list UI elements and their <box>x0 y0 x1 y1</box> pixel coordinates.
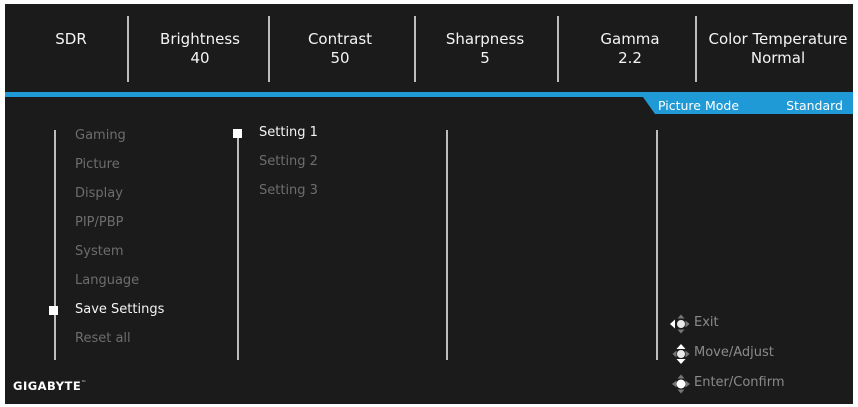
status-bar: SDR Brightness 40 Contrast 50 Sharpness … <box>5 4 853 92</box>
status-value: 40 <box>190 49 210 67</box>
picture-mode-label: Picture Mode <box>658 98 740 113</box>
menu-item-display[interactable]: Display <box>75 186 123 202</box>
status-contrast: Contrast 50 <box>285 30 395 80</box>
status-brightness: Brightness 40 <box>145 30 255 80</box>
joystick-left-icon <box>670 314 690 334</box>
column-divider <box>656 130 658 360</box>
status-value: Normal <box>750 49 806 67</box>
status-divider <box>414 16 416 82</box>
status-sdr: SDR <box>43 30 99 80</box>
hint-text: Move/Adjust <box>694 345 774 360</box>
menu-item-picture[interactable]: Picture <box>75 157 120 173</box>
menu-item-reset-all[interactable]: Reset all <box>75 331 131 347</box>
osd-menu: SDR Brightness 40 Contrast 50 Sharpness … <box>5 4 853 404</box>
selection-marker <box>49 306 58 315</box>
gigabyte-logo: GIGABYTE™ <box>13 379 87 393</box>
status-gamma: Gamma 2.2 <box>575 30 685 80</box>
status-label: Color Temperature <box>708 30 848 48</box>
menu-item-gaming[interactable]: Gaming <box>75 128 126 144</box>
picture-mode-tab: Picture Mode Standard <box>643 97 853 114</box>
picture-mode-value: Standard <box>786 98 843 113</box>
status-label: Brightness <box>160 30 240 48</box>
submenu-item-setting-2[interactable]: Setting 2 <box>259 154 318 170</box>
accent-bar <box>5 92 853 97</box>
joystick-updown-icon <box>672 344 690 364</box>
status-value: 5 <box>480 49 490 67</box>
hint-text: Enter/Confirm <box>694 375 785 390</box>
status-label: Sharpness <box>445 30 525 48</box>
menu-item-system[interactable]: System <box>75 244 123 260</box>
status-divider <box>557 16 559 82</box>
menu-item-pip-pbp[interactable]: PIP/PBP <box>75 215 124 231</box>
hint-text: Exit <box>694 315 719 330</box>
status-value: 50 <box>330 49 350 67</box>
selection-marker <box>233 129 242 138</box>
joystick-press-icon <box>672 374 690 394</box>
status-color-temperature: Color Temperature Normal <box>705 30 851 80</box>
submenu-item-setting-1[interactable]: Setting 1 <box>259 125 318 141</box>
status-divider <box>127 16 129 82</box>
status-label: Gamma <box>600 30 660 48</box>
status-divider <box>268 16 270 82</box>
submenu-item-setting-3[interactable]: Setting 3 <box>259 183 318 199</box>
status-label: Contrast <box>307 30 373 48</box>
status-sharpness: Sharpness 5 <box>430 30 540 80</box>
status-divider <box>695 16 697 82</box>
menu-item-language[interactable]: Language <box>75 273 139 289</box>
menu-item-save-settings[interactable]: Save Settings <box>75 302 164 318</box>
column-divider <box>446 130 448 360</box>
column-divider <box>237 130 239 360</box>
column-divider <box>54 130 56 360</box>
status-value: 2.2 <box>618 49 642 67</box>
logo-text: GIGABYTE <box>13 379 82 393</box>
status-label: SDR <box>55 30 87 48</box>
trademark-mark: ™ <box>81 380 87 386</box>
